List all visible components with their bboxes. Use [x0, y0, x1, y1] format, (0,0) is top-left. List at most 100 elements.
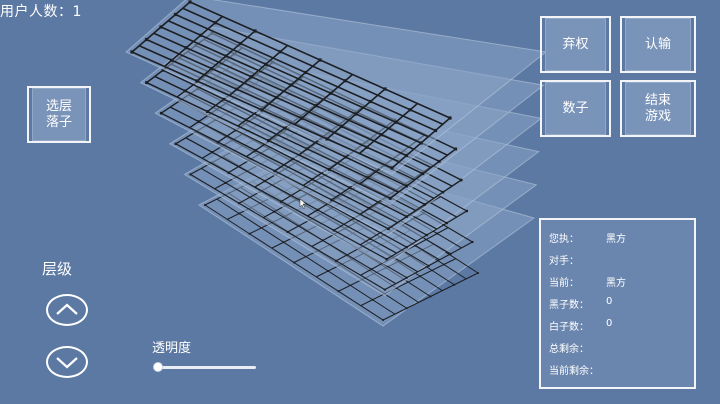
grid-point: [183, 89, 187, 93]
grid-point: [318, 58, 322, 62]
grid-point: [263, 179, 267, 183]
grid-point: [224, 181, 227, 184]
grid-point: [337, 290, 340, 293]
grid-point: [206, 110, 209, 114]
grid-point: [459, 178, 463, 182]
grid-point: [184, 46, 188, 50]
grid-point: [383, 288, 386, 291]
grid-point: [159, 111, 163, 115]
surrender-label: 弃权: [545, 18, 606, 71]
surrender-button[interactable]: 弃权: [540, 16, 611, 73]
user-count: 用户人数：1: [0, 1, 82, 21]
info-current-remaining: 当前剩余：: [549, 366, 599, 377]
resign-button[interactable]: 认输: [620, 16, 696, 73]
grid-point: [238, 41, 243, 46]
grid-point: [216, 140, 220, 144]
layer-up-button[interactable]: [46, 294, 88, 326]
count-stones-label: 数子: [545, 82, 606, 135]
grid-point: [423, 203, 427, 206]
grid-point: [210, 151, 214, 154]
grid-point: [249, 75, 253, 79]
grid-point: [144, 37, 149, 42]
grid-point: [238, 212, 241, 215]
grid-point: [445, 221, 448, 225]
grid-point: [329, 91, 333, 95]
grid-point: [419, 275, 422, 278]
grid-point: [427, 264, 430, 267]
grid-point: [369, 237, 372, 240]
grid-point: [327, 270, 330, 272]
grid-point: [366, 176, 370, 180]
chevron-up-icon: [56, 303, 78, 315]
grid-point: [222, 97, 226, 101]
grid-point: [235, 87, 239, 91]
grid-point: [344, 155, 348, 159]
grid-point: [453, 283, 456, 286]
end-game-button[interactable]: 结束 游戏: [620, 80, 696, 137]
grid-point: [286, 230, 289, 234]
white-count-value: 0: [606, 318, 613, 329]
grid-point: [303, 70, 308, 75]
grid-point: [425, 233, 428, 237]
info-total-remaining: 总剩余：: [549, 344, 589, 355]
grid-point: [365, 145, 369, 149]
grid-point: [471, 240, 474, 244]
info-black-count: 黑子数： 0: [549, 296, 613, 311]
end-game-line1: 结束: [644, 92, 671, 108]
grid-point: [237, 202, 241, 205]
grid-point: [273, 169, 277, 173]
grid-point: [371, 298, 374, 301]
grid-point: [343, 79, 347, 83]
grid-point: [383, 87, 387, 91]
transparency-slider-thumb[interactable]: [153, 362, 163, 372]
grid-point: [405, 184, 409, 188]
grid-point: [253, 29, 257, 33]
grid-point: [280, 200, 283, 203]
grid-point: [213, 21, 217, 25]
grid-point: [465, 209, 468, 213]
grid-point: [387, 227, 390, 231]
grid-point: [339, 124, 344, 129]
chevron-down-icon: [56, 357, 78, 369]
grid-point: [264, 62, 268, 66]
grid-point: [188, 0, 192, 4]
grid-point: [405, 215, 408, 218]
grid-point: [199, 33, 203, 37]
black-count-value: 0: [606, 296, 613, 307]
grid-point: [379, 133, 383, 137]
transparency-slider-track[interactable]: [158, 366, 256, 369]
select-layer-place-button[interactable]: 选层 落子: [27, 86, 91, 143]
grid-point: [370, 268, 373, 271]
grid-point: [254, 149, 257, 152]
grid-point: [390, 166, 394, 170]
grid-point: [173, 12, 178, 17]
user-count-value: 1: [72, 4, 82, 20]
grid-point: [332, 229, 336, 232]
grid-point: [248, 232, 251, 235]
info-opponent: 对手：: [549, 256, 579, 267]
grid-point: [293, 261, 295, 264]
count-stones-button[interactable]: 数子: [540, 80, 611, 137]
grid-point: [448, 116, 452, 120]
grid-point: [224, 54, 228, 58]
grid-point: [300, 116, 304, 120]
grid-point: [441, 190, 445, 194]
grid-point: [382, 319, 384, 321]
select-layer-line1: 选层: [45, 98, 72, 114]
grid-point: [314, 104, 318, 108]
grid-point: [174, 142, 177, 145]
grid-point: [405, 307, 408, 310]
grid-point: [197, 120, 201, 123]
grid-point: [421, 172, 425, 176]
info-white-count: 白子数： 0: [549, 318, 613, 333]
grid-point: [408, 108, 412, 112]
layer-down-button[interactable]: [46, 346, 88, 378]
grid-point: [433, 128, 438, 133]
grid-point: [429, 295, 432, 298]
grid-point: [266, 139, 270, 142]
grid-point: [419, 141, 423, 145]
grid-point: [454, 147, 458, 151]
grid-point: [209, 66, 214, 71]
select-layer-line2: 落子: [45, 114, 72, 130]
grid-point: [195, 79, 199, 83]
